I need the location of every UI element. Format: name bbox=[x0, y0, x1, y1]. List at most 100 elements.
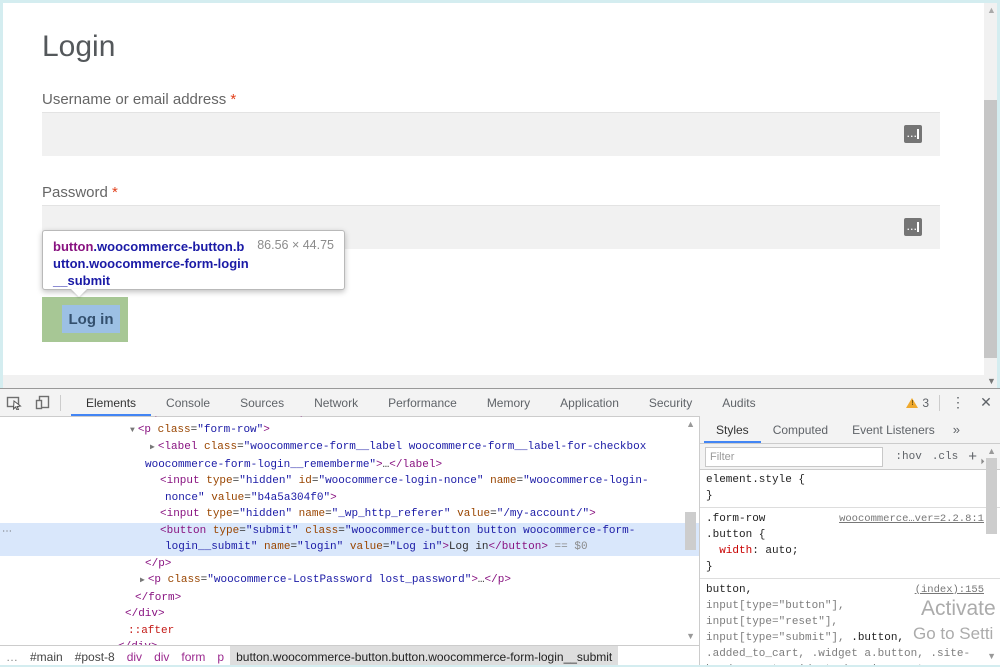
window-border bbox=[0, 0, 3, 388]
required-asterisk: * bbox=[230, 91, 236, 108]
dom-tree-node[interactable]: ▶<p class="woocommerce-LostPassword lost… bbox=[0, 572, 699, 590]
tooltip-arrow bbox=[71, 289, 87, 297]
inspect-tooltip-dimensions: 86.56 × 44.75 bbox=[257, 238, 334, 252]
dom-tree-node[interactable]: <button type="submit" class="woocommerce… bbox=[0, 523, 699, 540]
dom-tree: ▶<p class="form-row">…</p>▼<p class="for… bbox=[0, 416, 699, 645]
devtools-tab-security[interactable]: Security bbox=[634, 389, 707, 416]
toolbar-divider bbox=[60, 395, 61, 411]
devtools-tab-performance[interactable]: Performance bbox=[373, 389, 472, 416]
devtools-tab-sources[interactable]: Sources bbox=[225, 389, 299, 416]
warning-icon: ! bbox=[906, 398, 918, 408]
css-rule: (index):155button,input[type="button"],i… bbox=[700, 579, 1000, 667]
breadcrumb-item[interactable]: … bbox=[0, 646, 24, 667]
toolbar-divider bbox=[939, 395, 940, 411]
devtools-tab-console[interactable]: Console bbox=[151, 389, 225, 416]
dom-tree-node[interactable]: ::after bbox=[0, 623, 699, 640]
css-line[interactable]: element.style { bbox=[706, 472, 994, 488]
dom-tree-node[interactable]: <input type="hidden" id="woocommerce-log… bbox=[0, 473, 699, 490]
page-scrollbar-corner bbox=[0, 375, 1000, 388]
devtools-body: ▶<p class="form-row">…</p>▼<p class="for… bbox=[0, 416, 1000, 667]
elements-panel: ▶<p class="form-row">…</p>▼<p class="for… bbox=[0, 416, 700, 667]
scroll-down-icon[interactable]: ▼ bbox=[987, 652, 996, 661]
scroll-down-icon[interactable]: ▼ bbox=[987, 377, 996, 386]
page-scrollbar-thumb[interactable] bbox=[984, 100, 997, 358]
scroll-down-icon[interactable]: ▼ bbox=[686, 632, 695, 641]
sidebar-tab-styles[interactable]: Styles bbox=[704, 416, 761, 443]
breadcrumb-item[interactable]: button.woocommerce-button.button.woocomm… bbox=[230, 646, 618, 667]
webpage-viewport: Login Username or email address * ... Pa… bbox=[0, 0, 1000, 388]
dom-tree-node[interactable]: </div> bbox=[0, 606, 699, 623]
new-style-rule-button[interactable]: + bbox=[968, 448, 977, 465]
breadcrumb-item[interactable]: #post-8 bbox=[69, 646, 121, 667]
devtools-tab-application[interactable]: Application bbox=[545, 389, 634, 416]
css-rule: element.style {} bbox=[700, 469, 1000, 508]
css-line[interactable]: } bbox=[706, 488, 994, 504]
devtools-tab-elements[interactable]: Elements bbox=[71, 389, 151, 416]
toggle-classes-button[interactable]: .cls bbox=[932, 451, 958, 463]
username-label: Username or email address * bbox=[42, 91, 236, 108]
breadcrumb-item[interactable]: p bbox=[211, 646, 230, 667]
devtools-tabs: ElementsConsoleSourcesNetworkPerformance… bbox=[71, 389, 771, 416]
styles-rules-list: element.style {}woocommerce…ver=2.2.8:1.… bbox=[700, 469, 1000, 667]
window-border bbox=[0, 0, 1000, 3]
css-line[interactable]: input[type="submit"], .button, bbox=[706, 630, 994, 646]
dom-tree-node[interactable]: </form> bbox=[0, 590, 699, 607]
devtools-tab-audits[interactable]: Audits bbox=[707, 389, 770, 416]
css-line[interactable]: input[type="reset"], bbox=[706, 614, 994, 630]
node-actions-icon[interactable]: ⋯ bbox=[2, 524, 13, 541]
dom-tree-node[interactable]: ▶<label class="woocommerce-form__label w… bbox=[0, 439, 699, 457]
css-line[interactable]: .added_to_cart, .widget a.button, .site- bbox=[706, 646, 994, 662]
scroll-up-icon[interactable]: ▲ bbox=[987, 6, 996, 15]
sidebar-tab-computed[interactable]: Computed bbox=[761, 416, 840, 443]
css-rule: woocommerce…ver=2.2.8:1.form-row.button … bbox=[700, 508, 1000, 579]
dom-tree-node[interactable]: ▼<p class="form-row"> bbox=[0, 422, 699, 440]
scroll-up-icon[interactable]: ▲ bbox=[686, 420, 695, 429]
devtools-tab-memory[interactable]: Memory bbox=[472, 389, 545, 416]
devtools-toolbar: ElementsConsoleSourcesNetworkPerformance… bbox=[0, 389, 1000, 417]
login-button[interactable]: Log in bbox=[42, 297, 128, 342]
breadcrumb-item[interactable]: form bbox=[175, 646, 211, 667]
devtools-tab-network[interactable]: Network bbox=[299, 389, 373, 416]
text-caret-overlay-icon[interactable]: ... bbox=[904, 125, 922, 143]
console-warnings-badge[interactable]: ! 3 bbox=[900, 396, 935, 410]
styles-toolbar: :hov .cls + bbox=[700, 444, 1000, 470]
devtools-toolbar-right: ! 3 ⋮ ✕ bbox=[900, 390, 1000, 416]
styles-filter-input[interactable] bbox=[705, 447, 883, 467]
page-title: Login bbox=[42, 30, 115, 64]
dom-tree-node[interactable]: login__submit" name="login" value="Log i… bbox=[0, 539, 699, 556]
css-line[interactable]: input[type="button"], bbox=[706, 598, 994, 614]
stylesheet-source-link[interactable]: (index):155 bbox=[915, 582, 984, 598]
breadcrumb-item[interactable]: div bbox=[148, 646, 175, 667]
dom-tree-node[interactable]: nonce" value="b4a5a304f0"> bbox=[0, 490, 699, 507]
styles-sidebar: StylesComputedEvent Listeners» :hov .cls… bbox=[700, 416, 1000, 667]
dom-tree-node[interactable]: <input type="hidden" name="_wp_http_refe… bbox=[0, 506, 699, 523]
inspect-tooltip-selector: button.woocommerce-button.b utton.woocom… bbox=[53, 238, 263, 289]
dom-tree-node[interactable]: woocommerce-form-login__rememberme">…</l… bbox=[0, 457, 699, 474]
breadcrumb-item[interactable]: #main bbox=[24, 646, 69, 667]
css-line[interactable]: .button { bbox=[706, 527, 994, 543]
styles-scrollbar-thumb[interactable] bbox=[986, 458, 997, 534]
inspect-tooltip: button.woocommerce-button.b utton.woocom… bbox=[42, 230, 345, 290]
username-input[interactable]: ... bbox=[42, 112, 940, 156]
devtools-menu-icon[interactable]: ⋮ bbox=[944, 390, 972, 416]
devtools-close-icon[interactable]: ✕ bbox=[972, 390, 1000, 416]
tree-scrollbar-thumb[interactable] bbox=[685, 512, 696, 550]
sidebar-tab-event-listeners[interactable]: Event Listeners bbox=[840, 416, 947, 443]
required-asterisk: * bbox=[112, 184, 118, 201]
inspect-element-icon[interactable] bbox=[0, 390, 28, 416]
text-caret-overlay-icon[interactable]: ... bbox=[904, 218, 922, 236]
device-toolbar-icon[interactable] bbox=[28, 390, 56, 416]
dom-tree-node[interactable]: </div> bbox=[0, 639, 699, 645]
login-button-label: Log in bbox=[62, 305, 120, 333]
password-label: Password * bbox=[42, 184, 118, 201]
stylesheet-source-link[interactable]: woocommerce…ver=2.2.8:1 bbox=[839, 511, 984, 527]
breadcrumb-item[interactable]: div bbox=[121, 646, 148, 667]
css-line[interactable]: width: auto; bbox=[706, 543, 994, 559]
dom-tree-node[interactable]: </p> bbox=[0, 556, 699, 573]
screen: Login Username or email address * ... Pa… bbox=[0, 0, 1000, 667]
sidebar-tabs-overflow-icon[interactable]: » bbox=[947, 422, 966, 437]
scroll-up-icon[interactable]: ▲ bbox=[987, 447, 996, 456]
css-line[interactable]: } bbox=[706, 559, 994, 575]
toggle-hover-state-button[interactable]: :hov bbox=[895, 451, 921, 463]
sidebar-tabs: StylesComputedEvent Listeners» bbox=[700, 416, 1000, 444]
